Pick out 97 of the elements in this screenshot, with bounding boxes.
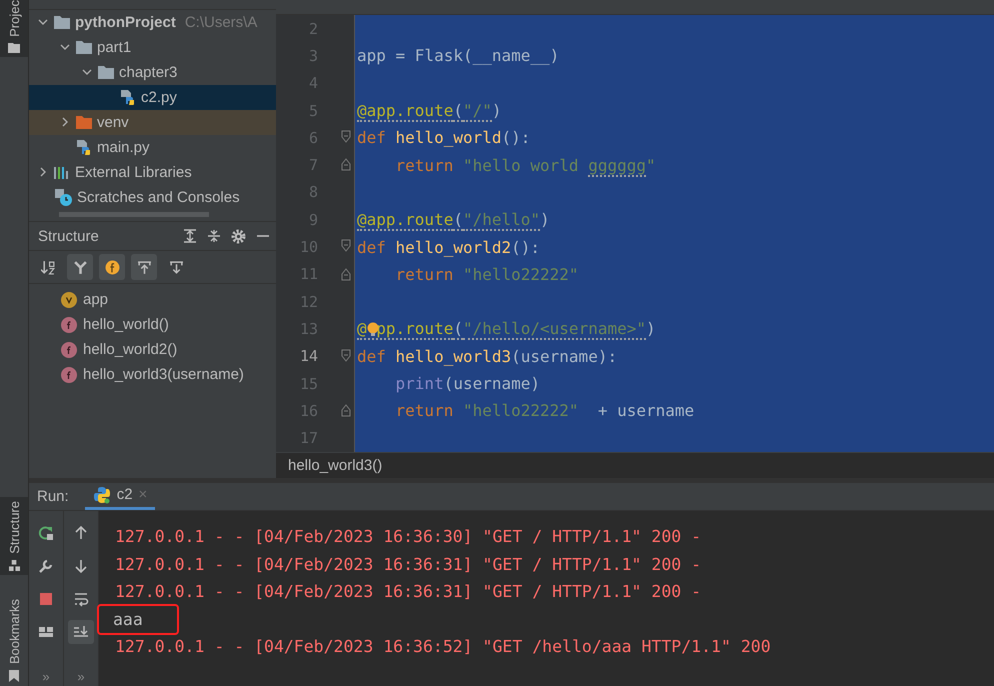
function-icon <box>104 260 120 274</box>
structure-item[interactable]: app <box>83 291 108 308</box>
fold-start-icon[interactable] <box>341 130 351 144</box>
arrow-up-icon <box>73 524 89 541</box>
fold-end-icon[interactable] <box>341 403 351 418</box>
structure-item[interactable]: hello_world() <box>83 316 169 333</box>
wrench-icon <box>38 558 54 574</box>
variable-icon <box>61 292 77 308</box>
run-tab[interactable]: c2 × <box>84 482 156 510</box>
more-button[interactable]: » <box>42 669 50 686</box>
code-line: def hello_world(): <box>357 128 530 148</box>
item-label: pythonProject <box>75 14 176 31</box>
code-line: def hello_world2(): <box>357 238 540 257</box>
item-label: External Libraries <box>75 164 192 181</box>
arrow-down-icon <box>73 558 89 574</box>
folder-icon <box>98 65 114 80</box>
toolbar-button[interactable] <box>68 620 94 644</box>
arrow-up-icon <box>136 260 152 274</box>
lightbulb-icon[interactable] <box>367 322 379 336</box>
rerun-icon <box>38 524 54 541</box>
function-icon <box>61 342 77 358</box>
tree-item[interactable]: c2.py <box>29 84 276 110</box>
fold-end-icon[interactable] <box>341 157 351 172</box>
toolbar-toggle[interactable] <box>99 254 125 280</box>
structure-icon <box>8 560 20 571</box>
folder-icon <box>76 40 92 54</box>
arrow-down-icon <box>168 260 184 274</box>
bookmark-icon <box>9 670 19 682</box>
tab-label: Bookmarks <box>6 598 22 664</box>
fold-start-icon[interactable] <box>341 348 351 363</box>
item-label: part1 <box>97 38 132 56</box>
run-label: Run: <box>37 486 69 507</box>
tree-item[interactable]: main.py <box>29 134 276 160</box>
scrollbar[interactable] <box>59 212 209 217</box>
chevron-right-icon[interactable] <box>38 167 48 178</box>
folder-icon <box>8 42 20 53</box>
path-hint: C:\Users\A <box>184 14 258 31</box>
console-line: 127.0.0.1 - - [04/Feb/2023 16:36:31] "GET / HTTP/1.1" 200 - <box>114 582 702 601</box>
panel-title: Structure <box>38 228 100 244</box>
tree-item[interactable]: venv <box>29 110 276 135</box>
console-line: 127.0.0.1 - - [04/Feb/2023 16:36:30] "GET / HTTP/1.1" 200 - <box>114 527 702 546</box>
stop-icon <box>38 590 54 607</box>
folder-icon <box>54 15 70 30</box>
more-button[interactable]: » <box>77 669 85 686</box>
code-line: return "hello22222" <box>394 264 579 284</box>
item-label: c2.py <box>141 88 177 106</box>
python-file-icon <box>76 139 92 156</box>
code-line: @app.route("/hello") <box>357 210 550 230</box>
soft-wrap-icon <box>73 590 89 607</box>
python-file-icon <box>120 89 136 106</box>
chevron-down-icon[interactable] <box>82 67 92 78</box>
console-line: 127.0.0.1 - - [04/Feb/2023 16:36:52] "GET /hello/aaa HTTP/1.1" 200 <box>114 637 772 656</box>
libraries-icon <box>54 165 70 180</box>
console-line: 127.0.0.1 - - [04/Feb/2023 16:36:31] "GET / HTTP/1.1" 200 - <box>114 554 702 574</box>
fields-icon <box>72 260 88 274</box>
tool-window-tab[interactable]: Structure <box>0 497 28 575</box>
folder-icon <box>76 115 92 130</box>
structure-item[interactable]: hello_world3(username) <box>83 366 244 383</box>
tree-item[interactable]: Scratches and Consoles <box>29 184 276 210</box>
code-line: @app.route("/") <box>357 101 502 120</box>
tab-label: c2 <box>116 486 133 504</box>
tree-item[interactable]: pythonProject C:\Users\A <box>29 10 276 35</box>
tool-window-tab[interactable]: Projec <box>0 0 28 57</box>
code-line: app = Flask(__name__) <box>357 46 560 66</box>
scroll-to-end-icon <box>73 624 89 640</box>
chevron-down-icon[interactable] <box>38 17 48 28</box>
code-line: return "hello22222" + username <box>394 401 694 420</box>
scratches-icon <box>54 188 72 206</box>
item-label: Scratches and Consoles <box>77 188 240 206</box>
tree-item[interactable]: External Libraries <box>29 160 276 185</box>
tool-window-tab[interactable]: Bookmarks <box>0 594 28 686</box>
tree-item[interactable]: chapter3 <box>29 60 276 85</box>
function-icon <box>61 316 77 332</box>
chevron-right-icon[interactable] <box>60 117 70 128</box>
console-line: aaa <box>99 606 177 632</box>
fold-end-icon[interactable] <box>341 266 351 281</box>
function-icon <box>61 366 77 382</box>
python-icon <box>92 486 111 504</box>
sort-icon <box>40 260 56 274</box>
line-number: 14 <box>298 346 319 368</box>
tree-item[interactable]: part1 <box>29 34 276 60</box>
code-line: return "hello world gggggg" <box>394 156 656 175</box>
chevron-down-icon[interactable] <box>60 42 70 52</box>
item-label: main.py <box>97 138 150 156</box>
code-line: print(username) <box>394 374 540 393</box>
expand-all-icon[interactable] <box>183 229 197 243</box>
tab-label: Projec <box>6 0 22 37</box>
code-line: def hello_world3(username): <box>357 346 618 366</box>
toolbar-toggle[interactable] <box>67 254 93 280</box>
tab-label: Structure <box>6 501 22 554</box>
fold-start-icon[interactable] <box>341 239 351 254</box>
toolbar-toggle[interactable] <box>131 254 157 280</box>
settings-icon[interactable] <box>231 228 246 244</box>
item-label: venv <box>97 114 129 131</box>
collapse-all-icon[interactable] <box>207 229 221 243</box>
structure-item[interactable]: hello_world2() <box>83 341 178 358</box>
item-label: chapter3 <box>119 64 178 81</box>
